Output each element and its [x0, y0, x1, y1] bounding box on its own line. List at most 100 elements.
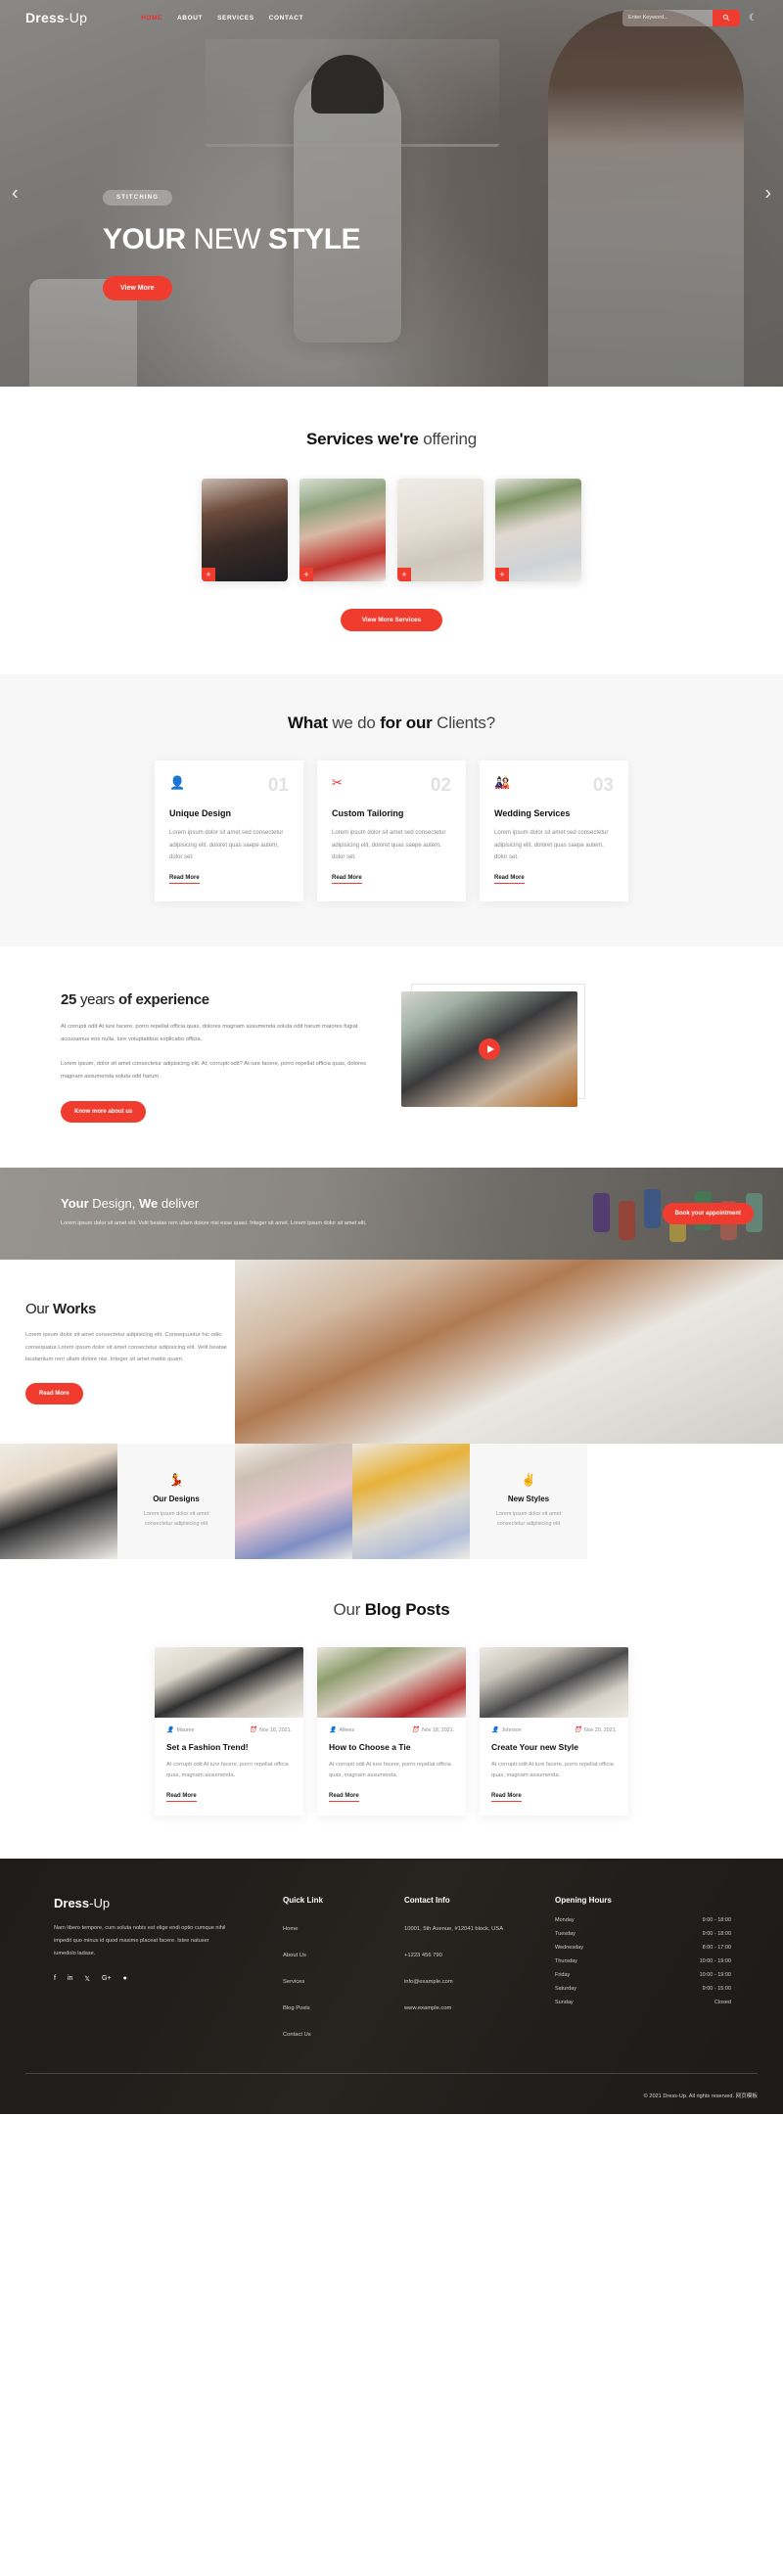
banner-heading-light-1: Design, — [92, 1196, 139, 1212]
blog-read-more-link[interactable]: Read More — [491, 1793, 522, 1802]
blog-heading-light: Our — [333, 1600, 365, 1620]
twitter-icon[interactable]: 𝕏 — [84, 1975, 90, 1983]
carousel-next-icon[interactable]: › — [764, 182, 771, 205]
list-item: www.example.com — [404, 1997, 522, 2014]
blog-post-image — [155, 1647, 303, 1719]
footer-quick-links-column: Quick Link Home About Us Services Blog P… — [283, 1896, 371, 2049]
footer-phone[interactable]: +1223 456 790 — [404, 1953, 442, 1958]
blog-heading-bold: Blog Posts — [364, 1600, 450, 1620]
footer-logo[interactable]: Dress-Up — [54, 1896, 250, 1910]
nav-item-about[interactable]: ABOUT — [177, 15, 203, 22]
main-nav: HOME ABOUT SERVICES CONTACT — [141, 15, 303, 22]
nav-item-contact[interactable]: CONTACT — [269, 15, 304, 22]
blog-read-more-link[interactable]: Read More — [329, 1793, 359, 1802]
view-more-services-button[interactable]: View More Services — [340, 609, 443, 631]
experience-heading-bold-2: of experience — [118, 990, 209, 1008]
blog-read-more-link[interactable]: Read More — [166, 1793, 197, 1802]
clients-heading: What we do for our Clients? — [0, 713, 783, 733]
play-icon[interactable] — [479, 1037, 500, 1060]
client-card-unique-design[interactable]: 👤 01 Unique Design Lorem ipsum dolor sit… — [155, 760, 303, 901]
hours-row: Monday 9:00 - 18:00 — [555, 1917, 731, 1923]
clients-cards: 👤 01 Unique Design Lorem ipsum dolor sit… — [0, 760, 783, 901]
clients-heading-bold-1: What — [288, 713, 333, 732]
github-icon[interactable]: ● — [123, 1975, 127, 1983]
service-card[interactable]: + — [495, 479, 581, 581]
footer-email[interactable]: info@example.com — [404, 1979, 453, 1985]
facebook-icon[interactable]: f — [54, 1975, 56, 1983]
search-icon — [722, 14, 730, 22]
footer-quick-list: Home About Us Services Blog Posts Contac… — [283, 1917, 371, 2041]
date-text: Nov 20, 2021. — [584, 1726, 617, 1733]
moon-icon[interactable]: ☾ — [749, 13, 758, 23]
book-appointment-button[interactable]: Book your appointment — [662, 1202, 754, 1224]
landing-page: Dress-Up HOME ABOUT SERVICES CONTACT Ent… — [0, 0, 783, 2114]
client-card-custom-tailoring[interactable]: ✂ 02 Custom Tailoring Lorem ipsum dolor … — [317, 760, 466, 901]
hero-title-part-3: STYLE — [267, 223, 361, 255]
search-box[interactable] — [622, 9, 741, 26]
footer-link-services[interactable]: Services — [283, 1979, 304, 1985]
experience-paragraph-1: At corrupti odit At iure facere, porro r… — [61, 1023, 358, 1042]
tile-title: New Styles — [507, 1494, 550, 1503]
works-read-more-button[interactable]: Read More — [25, 1383, 83, 1405]
search-button[interactable] — [713, 9, 741, 26]
service-image-cutting — [397, 479, 484, 581]
card-header: 🎎 03 — [494, 776, 614, 795]
blog-post-meta: 👤 Alliees ⏰ Nov 18, 2021. — [329, 1726, 454, 1734]
footer-link-about[interactable]: About Us — [283, 1953, 306, 1958]
footer-link-contact[interactable]: Contact Us — [283, 2032, 311, 2038]
card-read-more-link[interactable]: Read More — [494, 875, 525, 884]
service-card[interactable]: + — [299, 479, 386, 581]
know-more-button[interactable]: Know more about us — [61, 1100, 147, 1123]
works-tile-our-designs[interactable]: 💃 Our Designs Lorem ipsum dolor sit amet… — [117, 1444, 235, 1560]
hero-title: YOUR NEW STYLE — [103, 223, 361, 255]
service-card[interactable]: + — [397, 479, 484, 581]
hours-row: Tuesday 9:00 - 18:00 — [555, 1931, 731, 1937]
site-logo[interactable]: Dress-Up — [25, 10, 87, 25]
works-heading-bold: Works — [52, 1300, 97, 1317]
works-text-block: Our Works Lorem ipsum dolor sit amet con… — [0, 1260, 235, 1444]
card-header: ✂ 02 — [332, 776, 451, 795]
banner-text-block: Your Design, We deliver Lorem ipsum dolo… — [61, 1196, 472, 1230]
linkedin-icon[interactable]: in — [68, 1975, 72, 1983]
card-read-more-link[interactable]: Read More — [332, 875, 362, 884]
footer-website[interactable]: www.example.com — [404, 2005, 451, 2011]
blog-post-card[interactable]: 👤 Johnson ⏰ Nov 20, 2021. Create Your ne… — [480, 1647, 628, 1816]
footer-link-blog[interactable]: Blog Posts — [283, 2005, 310, 2011]
header-actions: ☾ — [622, 9, 758, 26]
nav-item-home[interactable]: HOME — [141, 15, 162, 22]
service-card[interactable]: + — [202, 479, 288, 581]
service-plus-icon[interactable]: + — [299, 568, 313, 581]
hero-view-more-button[interactable]: View More — [103, 276, 172, 300]
footer-hours-list: Monday 9:00 - 18:00 Tuesday 9:00 - 18:00… — [555, 1917, 731, 2005]
works-tile-image-suit — [0, 1444, 117, 1560]
blog-post-card[interactable]: 👤 Mauree ⏰ Nov 16, 2021. Set a Fashion T… — [155, 1647, 303, 1816]
card-title: Unique Design — [169, 808, 232, 818]
service-plus-icon[interactable]: + — [202, 568, 215, 581]
footer-contact-title: Contact Info — [404, 1895, 450, 1905]
nav-item-services[interactable]: SERVICES — [217, 15, 254, 22]
service-plus-icon[interactable]: + — [495, 568, 509, 581]
footer-link-home[interactable]: Home — [283, 1926, 298, 1932]
footer-hours-title: Opening Hours — [555, 1895, 612, 1905]
card-number: 03 — [592, 775, 614, 796]
clock-icon: ⏰ — [249, 1727, 257, 1734]
experience-text-block: 25 years of experience At corrupti odit … — [61, 991, 384, 1123]
search-input[interactable] — [622, 15, 714, 21]
service-plus-icon[interactable]: + — [397, 568, 411, 581]
client-card-wedding-services[interactable]: 🎎 03 Wedding Services Lorem ipsum dolor … — [480, 760, 628, 901]
hours-day: Monday — [555, 1916, 575, 1923]
tile-title: Our Designs — [153, 1494, 200, 1503]
works-intro-row: Our Works Lorem ipsum dolor sit amet con… — [0, 1259, 783, 1445]
card-read-more-link[interactable]: Read More — [169, 875, 200, 884]
google-plus-icon[interactable]: G+ — [102, 1975, 112, 1983]
works-tiles-row: 💃 Our Designs Lorem ipsum dolor sit amet… — [0, 1444, 783, 1560]
works-tile-new-styles[interactable]: ✌ New Styles Lorem ipsum dolor sit amet … — [470, 1444, 587, 1560]
blog-post-title: Set a Fashion Trend! — [166, 1742, 249, 1753]
appointment-banner: Your Design, We deliver Lorem ipsum dolo… — [0, 1167, 783, 1260]
blog-post-card[interactable]: 👤 Alliees ⏰ Nov 18, 2021. How to Choose … — [317, 1647, 466, 1816]
carousel-prev-icon[interactable]: ‹ — [12, 182, 19, 205]
experience-video-thumbnail[interactable] — [401, 990, 577, 1107]
list-item: About Us — [283, 1944, 371, 1961]
experience-paragraph-2: Lorem ipsum, dolor sit amet consectetur … — [61, 1061, 367, 1081]
services-grid: + + + + — [0, 479, 783, 581]
